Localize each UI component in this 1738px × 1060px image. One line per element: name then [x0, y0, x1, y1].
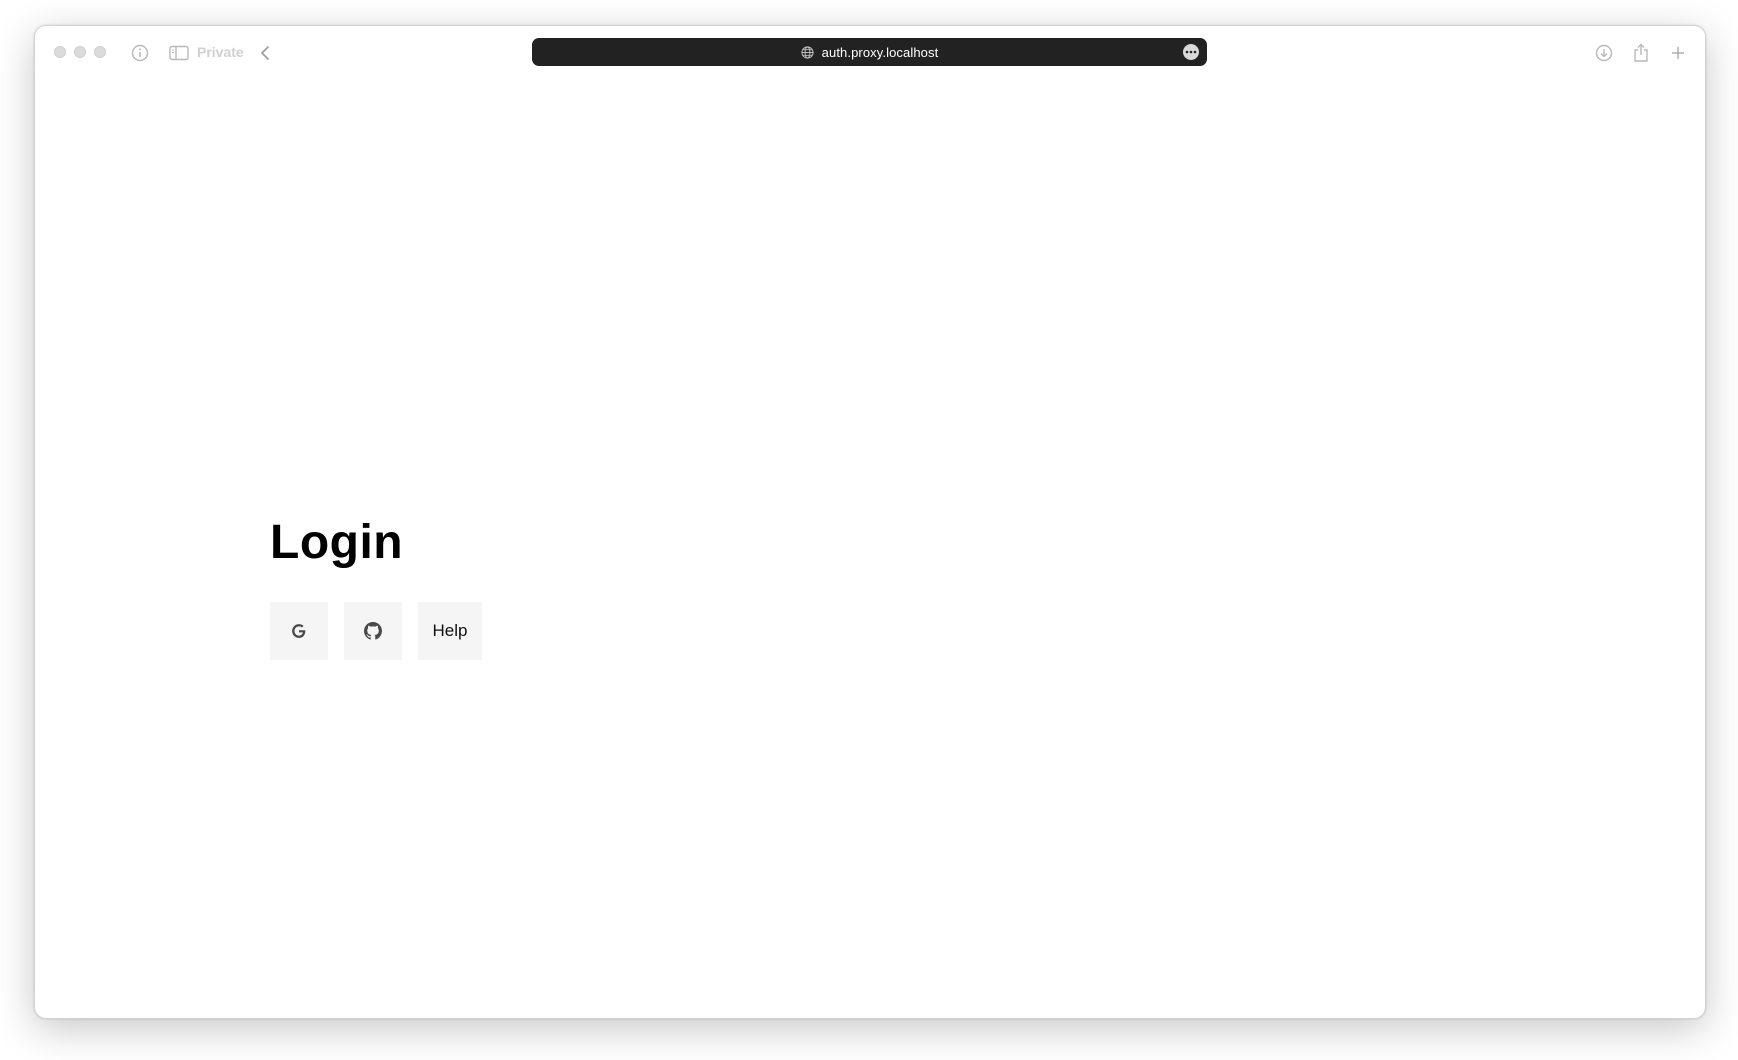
- info-icon[interactable]: [129, 42, 151, 64]
- google-login-button[interactable]: [270, 602, 328, 660]
- help-button[interactable]: Help: [418, 602, 482, 660]
- github-login-button[interactable]: [344, 602, 402, 660]
- minimize-window-button[interactable]: [74, 46, 86, 58]
- browser-toolbar: Private auth.proxy.localhost: [35, 26, 1705, 78]
- sidebar-icon[interactable]: [168, 42, 190, 64]
- new-tab-plus-icon[interactable]: [1667, 42, 1689, 64]
- page-title: Login: [270, 516, 404, 569]
- more-options-icon[interactable]: [1183, 44, 1199, 60]
- google-icon: [290, 622, 308, 640]
- back-chevron-icon[interactable]: [254, 42, 276, 64]
- download-icon[interactable]: [1593, 42, 1615, 64]
- share-icon[interactable]: [1630, 42, 1652, 64]
- url-text: auth.proxy.localhost: [821, 44, 939, 60]
- help-button-label: Help: [432, 621, 468, 640]
- globe-icon: [801, 45, 814, 59]
- github-icon: [364, 622, 382, 640]
- page-content: Login Help: [35, 78, 1705, 1018]
- address-bar[interactable]: auth.proxy.localhost: [532, 38, 1207, 66]
- private-label: Private: [197, 44, 244, 60]
- browser-window: Private auth.proxy.localhost Login Help: [34, 25, 1706, 1019]
- zoom-window-button[interactable]: [94, 46, 106, 58]
- close-window-button[interactable]: [54, 46, 66, 58]
